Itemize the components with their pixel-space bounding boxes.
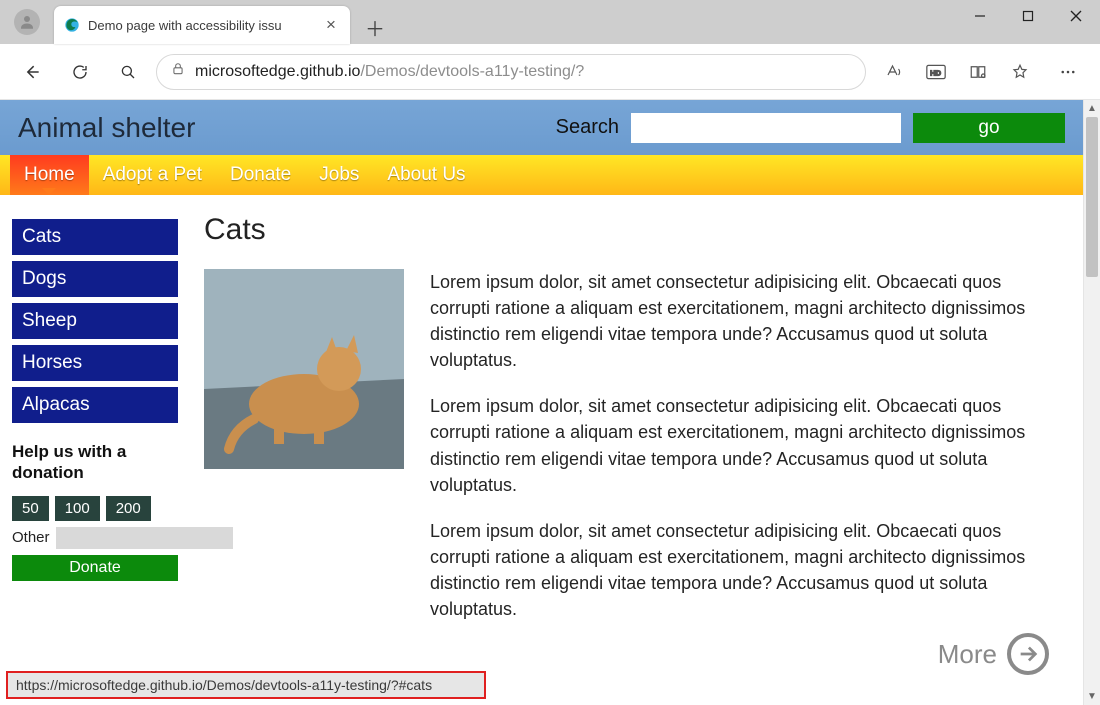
new-tab-button[interactable]: ＋ <box>360 12 390 42</box>
arrow-right-icon <box>1007 633 1049 675</box>
window-close-button[interactable] <box>1052 0 1100 32</box>
nav-jobs[interactable]: Jobs <box>305 155 373 195</box>
window-titlebar: Demo page with accessibility issu × ＋ <box>0 0 1100 44</box>
scroll-thumb[interactable] <box>1086 117 1098 277</box>
donate-button[interactable]: Donate <box>12 555 178 581</box>
more-link[interactable]: More <box>938 633 1049 675</box>
cat-image <box>204 269 404 469</box>
sidebar-item-cats[interactable]: Cats <box>12 219 178 255</box>
status-bar-link: https://microsoftedge.github.io/Demos/de… <box>6 671 486 699</box>
donation-amount-100[interactable]: 100 <box>55 496 100 521</box>
window-minimize-button[interactable] <box>956 0 1004 32</box>
address-bar[interactable]: microsoftedge.github.io/Demos/devtools-a… <box>156 54 866 90</box>
back-button[interactable] <box>12 52 52 92</box>
page-banner: Animal shelter Search go <box>0 100 1083 155</box>
window-maximize-button[interactable] <box>1004 0 1052 32</box>
main-content: Cats <box>204 213 1055 642</box>
search-input[interactable] <box>631 113 901 143</box>
sidebar-item-alpacas[interactable]: Alpacas <box>12 387 178 423</box>
search-label: Search <box>556 116 619 139</box>
edge-favicon <box>64 17 80 33</box>
sidebar-item-dogs[interactable]: Dogs <box>12 261 178 297</box>
sidebar-item-sheep[interactable]: Sheep <box>12 303 178 339</box>
donation-amount-200[interactable]: 200 <box>106 496 151 521</box>
lock-icon <box>171 62 185 81</box>
tab-close-icon[interactable]: × <box>322 15 340 35</box>
read-aloud-icon[interactable] <box>874 52 914 92</box>
svg-text:HD: HD <box>930 68 941 77</box>
menu-button[interactable] <box>1048 52 1088 92</box>
tab-title: Demo page with accessibility issu <box>88 18 314 33</box>
reader-icon[interactable] <box>958 52 998 92</box>
go-button[interactable]: go <box>913 113 1065 143</box>
sidebar: Cats Dogs Sheep Horses Alpacas Help us w… <box>12 213 178 642</box>
nav-home[interactable]: Home <box>10 155 89 195</box>
more-label: More <box>938 639 997 670</box>
nav-adopt[interactable]: Adopt a Pet <box>89 155 216 195</box>
url-text: microsoftedge.github.io/Demos/devtools-a… <box>195 63 584 81</box>
hd-icon[interactable]: HD <box>916 52 956 92</box>
scroll-up-icon[interactable]: ▲ <box>1084 100 1100 117</box>
donation-heading: Help us with a donation <box>12 441 178 484</box>
vertical-scrollbar[interactable]: ▲ ▼ <box>1083 100 1100 705</box>
sidebar-item-horses[interactable]: Horses <box>12 345 178 381</box>
profile-avatar[interactable] <box>14 9 40 35</box>
other-label: Other <box>12 529 50 546</box>
site-title: Animal shelter <box>18 112 556 144</box>
refresh-button[interactable] <box>60 52 100 92</box>
nav-donate[interactable]: Donate <box>216 155 305 195</box>
browser-tab[interactable]: Demo page with accessibility issu × <box>54 6 350 44</box>
favorite-icon[interactable] <box>1000 52 1040 92</box>
scroll-down-icon[interactable]: ▼ <box>1084 688 1100 705</box>
paragraph-1: Lorem ipsum dolor, sit amet consectetur … <box>430 269 1055 373</box>
section-heading: Cats <box>204 213 1055 247</box>
search-button[interactable] <box>108 52 148 92</box>
primary-nav: Home Adopt a Pet Donate Jobs About Us <box>0 155 1083 195</box>
paragraph-2: Lorem ipsum dolor, sit amet consectetur … <box>430 393 1055 497</box>
donation-amount-50[interactable]: 50 <box>12 496 49 521</box>
nav-about[interactable]: About Us <box>373 155 479 195</box>
paragraph-3: Lorem ipsum dolor, sit amet consectetur … <box>430 518 1055 622</box>
browser-toolbar: microsoftedge.github.io/Demos/devtools-a… <box>0 44 1100 100</box>
